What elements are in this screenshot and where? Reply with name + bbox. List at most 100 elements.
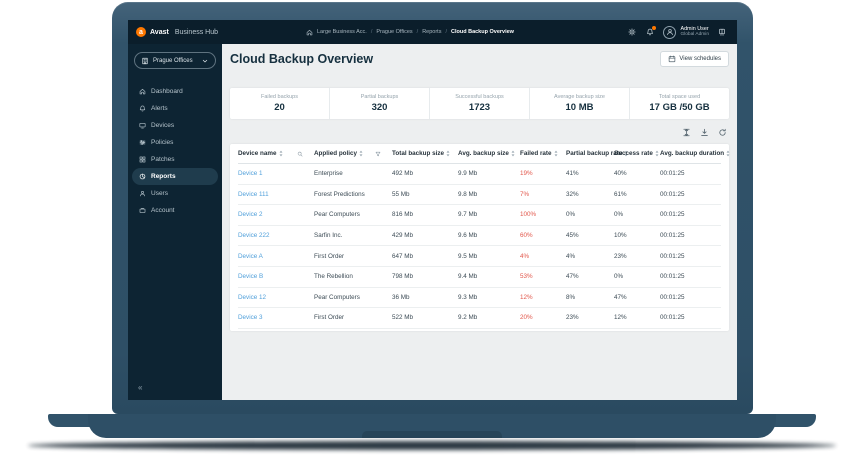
sidebar-item-alerts[interactable]: Alerts <box>132 100 218 117</box>
cell-success: 12% <box>614 314 660 321</box>
notifications-button[interactable] <box>645 27 655 37</box>
column-header-label: Failed rate <box>520 150 552 157</box>
refresh-icon <box>718 128 727 137</box>
cell-avg: 9.5 Mb <box>458 253 520 260</box>
sidebar-item-label: Dashboard <box>151 88 183 95</box>
cell-device[interactable]: Device 3 <box>238 314 314 321</box>
sort-icon[interactable] <box>655 150 659 157</box>
column-header-label: Applied policy <box>314 150 357 157</box>
view-schedules-button[interactable]: View schedules <box>660 51 729 67</box>
user-menu[interactable]: Admin User Global Admin <box>663 26 709 39</box>
sidebar-item-account[interactable]: Account <box>132 202 218 219</box>
breadcrumb-separator: / <box>417 29 419 35</box>
cell-policy: Pear Computers <box>314 294 392 301</box>
settings-gear-button[interactable] <box>627 27 637 37</box>
sort-icon[interactable] <box>279 150 283 157</box>
user-texts: Admin User Global Admin <box>680 26 709 38</box>
cell-device[interactable]: Device 1 <box>238 170 314 177</box>
sidebar-item-dashboard[interactable]: Dashboard <box>132 83 218 100</box>
column-header-applied-policy[interactable]: Applied policy <box>314 150 392 157</box>
collapse-sidebar-button[interactable]: « <box>138 384 142 392</box>
cell-policy: Sarfin Inc. <box>314 232 392 239</box>
cell-total: 55 Mb <box>392 191 458 198</box>
stat-label: Partial backups <box>361 94 399 100</box>
sidebar-item-users[interactable]: Users <box>132 185 218 202</box>
table-row: Device AFirst Order647 Mb9.5 Mb4%4%23%00… <box>238 246 721 267</box>
stat-value: 320 <box>372 102 388 113</box>
breadcrumb-item[interactable]: Prague Offices <box>376 29 412 35</box>
row-height-icon <box>682 128 691 137</box>
stat-value: 17 GB /50 GB <box>649 102 709 113</box>
devices-table: Device nameApplied policy Total backup si… <box>230 144 729 331</box>
policies-icon <box>139 139 146 146</box>
search-icon[interactable] <box>297 151 303 157</box>
column-header-partial-backup-rate[interactable]: Partial backup rate <box>566 150 614 157</box>
cell-success: 0% <box>614 273 660 280</box>
cell-device[interactable]: Device 12 <box>238 294 314 301</box>
column-header-failed-rate[interactable]: Failed rate <box>520 150 566 157</box>
cell-failed: 100% <box>520 211 566 218</box>
breadcrumb-item[interactable]: Large Business Acc. <box>317 29 367 35</box>
top-bar: a Avast Business Hub Large Business Acc.… <box>128 20 737 44</box>
column-header-avg-backup-size[interactable]: Avg. backup size <box>458 150 520 157</box>
sidebar-item-reports[interactable]: Reports <box>132 168 218 185</box>
filter-icon[interactable] <box>375 151 381 157</box>
cell-total: 429 Mb <box>392 232 458 239</box>
column-header-avg-backup-duration[interactable]: Avg. backup duration <box>660 150 733 157</box>
sidebar-item-patches[interactable]: Patches <box>132 151 218 168</box>
building-icon <box>141 57 149 65</box>
org-selector[interactable]: Prague Offices <box>134 52 216 69</box>
cell-failed: 4% <box>520 253 566 260</box>
breadcrumb-separator: / <box>371 29 373 35</box>
laptop-base-notch <box>362 431 502 438</box>
sort-icon[interactable] <box>726 150 730 157</box>
sort-icon[interactable] <box>511 150 515 157</box>
cell-device[interactable]: Device B <box>238 273 314 280</box>
cell-partial: 41% <box>566 170 614 177</box>
chevron-down-icon <box>201 57 209 65</box>
sort-icon[interactable] <box>446 150 450 157</box>
column-header-device-name[interactable]: Device name <box>238 150 314 157</box>
sidebar-item-devices[interactable]: Devices <box>132 117 218 134</box>
brand[interactable]: a Avast Business Hub <box>136 27 222 37</box>
sidebar-item-label: Policies <box>151 139 173 146</box>
topbar-actions: Admin User Global Admin <box>627 26 727 39</box>
cell-policy: Pear Computers <box>314 211 392 218</box>
sidebar-menu: Dashboard Alerts Devices Policies PatchesRep… <box>128 83 222 219</box>
column-header-label: Success rate <box>614 150 653 157</box>
sidebar-item-label: Alerts <box>151 105 168 112</box>
breadcrumb-separator: / <box>445 29 447 35</box>
download-icon <box>700 128 709 137</box>
cell-avg: 9.6 Mb <box>458 232 520 239</box>
account-icon <box>139 207 146 214</box>
sidebar-item-policies[interactable]: Policies <box>132 134 218 151</box>
cell-device[interactable]: Device 111 <box>238 191 314 198</box>
export-button[interactable] <box>700 128 709 137</box>
table-row: Device BThe Rebellion798 Mb9.4 Mb53%47%0… <box>238 267 721 288</box>
breadcrumb-item[interactable]: Reports <box>422 29 441 35</box>
cell-partial: 45% <box>566 232 614 239</box>
breadcrumb-item[interactable]: Cloud Backup Overview <box>451 29 514 35</box>
row-height-button[interactable] <box>682 128 691 137</box>
sidebar-item-label: Account <box>151 207 175 214</box>
cell-total: 492 Mb <box>392 170 458 177</box>
reports-icon <box>139 173 146 180</box>
table-toolbar <box>230 126 729 138</box>
stat-label: Successful backups <box>455 94 504 100</box>
console-switcher-button[interactable] <box>717 27 727 37</box>
cell-total: 522 Mb <box>392 314 458 321</box>
calendar-icon <box>668 55 676 63</box>
sort-icon[interactable] <box>554 150 558 157</box>
cell-device[interactable]: Device 222 <box>238 232 314 239</box>
alerts-bell-icon <box>139 105 146 112</box>
cell-device[interactable]: Device 2 <box>238 211 314 218</box>
cell-failed: 7% <box>520 191 566 198</box>
column-header-success-rate[interactable]: Success rate <box>614 150 660 157</box>
cell-device[interactable]: Device A <box>238 253 314 260</box>
users-icon <box>139 190 146 197</box>
title-row: Cloud Backup Overview View schedules <box>230 52 729 66</box>
column-header-total-backup-size[interactable]: Total backup size <box>392 150 458 157</box>
sort-icon[interactable] <box>359 150 363 157</box>
refresh-button[interactable] <box>718 128 727 137</box>
gear-icon <box>628 28 636 36</box>
